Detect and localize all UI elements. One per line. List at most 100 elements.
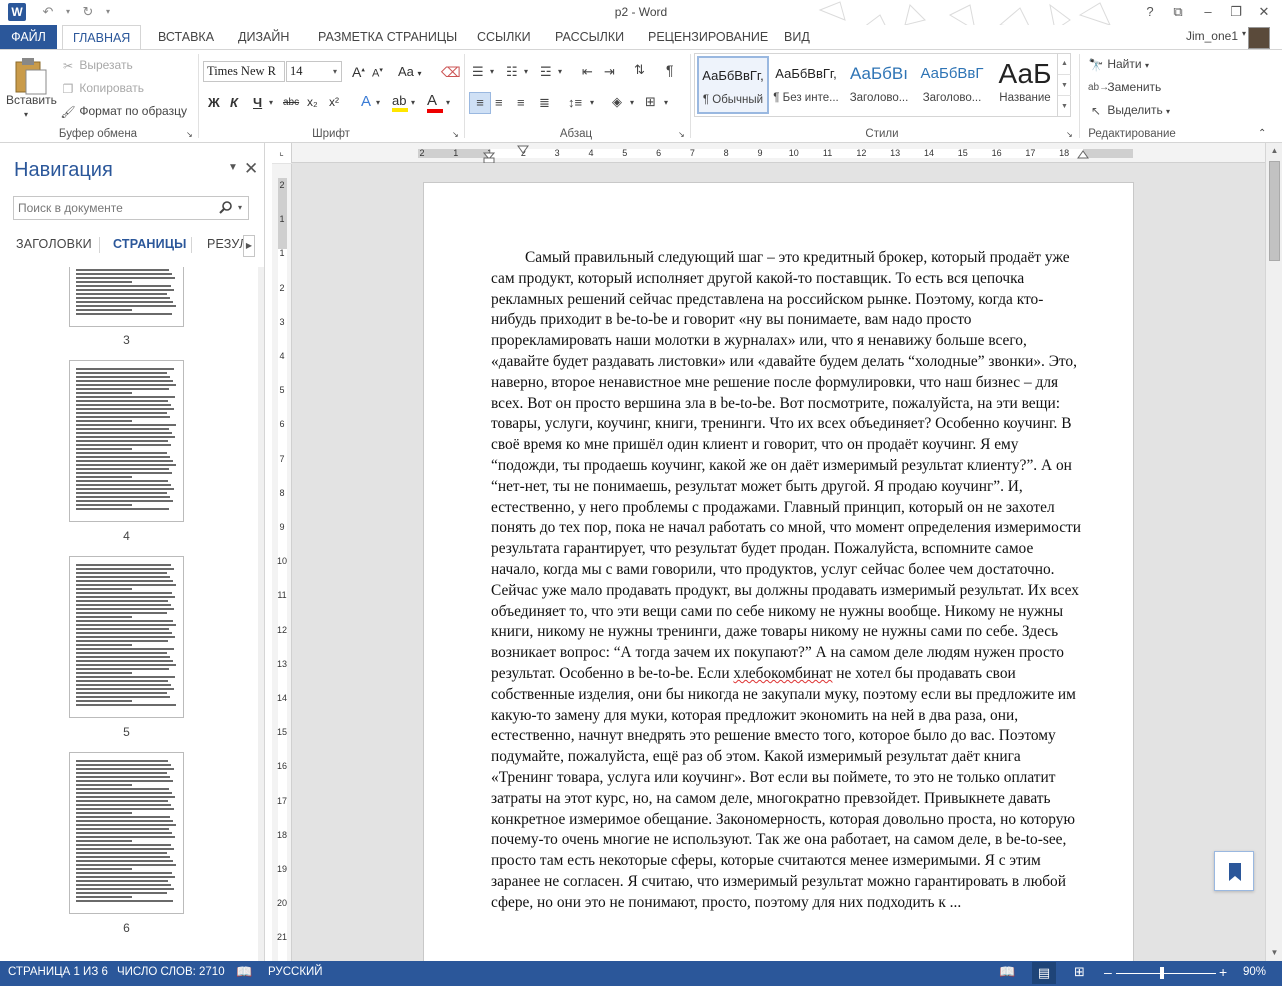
close-icon[interactable]: ✕ [1252,2,1276,22]
zoom-slider-thumb[interactable] [1160,967,1164,979]
select-button[interactable]: ↖ Выделить ▾ [1088,103,1170,119]
format-painter-button[interactable]: 🖌 Формат по образцу [60,104,187,120]
chevron-down-icon[interactable]: ▼ [1058,74,1071,95]
style-heading-2[interactable]: АаБбВвГ Заголово... [916,56,988,114]
bold-button[interactable]: Ж [208,95,220,110]
nav-tab-pages[interactable]: СТРАНИЦЫ [113,237,187,251]
text-effects-icon[interactable]: A [361,93,371,110]
user-name[interactable]: Jim_one1 [1186,29,1238,43]
minimize-icon[interactable]: – [1196,2,1220,22]
zoom-out-icon[interactable]: – [1104,964,1112,980]
highlight-dropdown-icon[interactable]: ▾ [411,98,415,107]
italic-button[interactable]: К [230,95,238,110]
scroll-down-icon[interactable]: ▼ [1266,945,1282,961]
align-left-icon[interactable]: ≡ [469,92,491,114]
style-title[interactable]: АаБ Название [989,56,1061,114]
search-dropdown-icon[interactable]: ▾ [238,203,242,212]
sort-icon[interactable]: ⇅ [634,62,645,78]
language-indicator[interactable]: РУССКИЙ [268,966,323,978]
styles-launcher-icon[interactable]: ↘ [1066,130,1073,139]
proofing-icon[interactable]: 📖 [236,964,252,980]
tab-references[interactable]: ССЫЛКИ [467,25,541,49]
bookmark-button[interactable] [1214,851,1254,891]
subscript-button[interactable]: x₂ [307,95,318,109]
style-no-spacing[interactable]: АаБбВвГг, ¶ Без инте... [770,56,842,114]
nav-tabs-more-icon[interactable]: ▶ [243,235,255,257]
superscript-button[interactable]: x² [329,95,339,109]
page-thumbnail[interactable] [69,556,184,718]
bullets-dropdown-icon[interactable]: ▾ [490,67,494,76]
zoom-level[interactable]: 90% [1243,966,1266,978]
strikethrough-button[interactable]: abc [283,97,299,108]
style-heading-1[interactable]: АаБбВı Заголово... [843,56,915,114]
help-button[interactable]: ? [1138,2,1162,22]
clear-formatting-icon[interactable]: ⌫ [441,64,461,81]
avatar[interactable] [1248,27,1270,49]
indent-marker-icon[interactable] [483,143,495,163]
scroll-up-icon[interactable]: ▲ [1266,143,1282,159]
paragraph-launcher-icon[interactable]: ↘ [678,130,685,139]
multilevel-dropdown-icon[interactable]: ▾ [558,67,562,76]
tab-view[interactable]: ВИД [774,25,820,49]
word-count[interactable]: ЧИСЛО СЛОВ: 2710 [117,966,225,978]
highlight-icon[interactable]: ab [392,93,408,112]
font-launcher-icon[interactable]: ↘ [452,130,459,139]
nav-options-icon[interactable]: ▼ [228,162,238,173]
justify-icon[interactable]: ≣ [539,95,550,111]
first-line-indent-icon[interactable] [517,143,529,155]
styles-scroll[interactable]: ▲ ▼ ▼ [1057,53,1071,117]
shading-dropdown-icon[interactable]: ▾ [630,98,634,107]
more-styles-icon[interactable]: ▼ [1058,95,1071,116]
user-dropdown-icon[interactable]: ▾ [1242,29,1246,38]
horizontal-ruler[interactable]: 21123456789101112131415161718 [272,143,1265,163]
tab-mailings[interactable]: РАССЫЛКИ [545,25,634,49]
numbering-dropdown-icon[interactable]: ▾ [524,67,528,76]
misspelled-word[interactable]: хлебокомбинат [733,665,832,682]
nav-close-icon[interactable]: ✕ [244,159,258,179]
borders-icon[interactable]: ⊞ [645,94,656,110]
font-size-field[interactable]: 14 ▾ [286,61,342,82]
copy-button[interactable]: ❐ Копировать [60,81,144,97]
nav-scrollbar[interactable] [258,267,264,961]
search-input[interactable]: Поиск в документе [18,201,123,215]
tab-selector-icon[interactable]: ⌞ [272,143,292,163]
font-color-icon[interactable]: A [427,92,443,113]
numbering-icon[interactable]: ☷ [506,64,518,80]
paste-icon[interactable] [14,56,48,96]
zoom-slider[interactable] [1116,973,1216,974]
paste-button[interactable]: Вставить [6,93,57,107]
scroll-thumb[interactable] [1269,161,1280,261]
page-thumbnail[interactable] [69,267,184,327]
paste-dropdown-icon[interactable]: ▾ [24,110,28,119]
line-spacing-dropdown-icon[interactable]: ▾ [590,98,594,107]
right-indent-icon[interactable] [1077,148,1089,160]
style-normal[interactable]: АаБбВвГг, ¶ Обычный [697,56,769,114]
line-spacing-icon[interactable]: ↕≡ [568,95,582,110]
replace-button[interactable]: ab→ Заменить [1088,80,1161,96]
tab-file[interactable]: ФАЙЛ [0,25,57,49]
zoom-in-icon[interactable]: + [1219,964,1227,980]
document-page[interactable]: Самый правильный следующий шаг – это кре… [423,182,1134,961]
search-icon[interactable] [218,200,234,216]
tab-review[interactable]: РЕЦЕНЗИРОВАНИЕ [638,25,778,49]
page-thumbnail[interactable] [69,360,184,522]
borders-dropdown-icon[interactable]: ▾ [664,98,668,107]
show-marks-icon[interactable]: ¶ [666,62,674,78]
decrease-indent-icon[interactable]: ⇤ [582,64,593,80]
font-size-dropdown-icon[interactable]: ▾ [329,62,341,81]
tab-home[interactable]: ГЛАВНАЯ [62,25,142,50]
page-indicator[interactable]: СТРАНИЦА 1 ИЗ 6 [8,966,108,978]
tab-page-layout[interactable]: РАЗМЕТКА СТРАНИЦЫ [308,25,467,49]
nav-tab-headings[interactable]: ЗАГОЛОВКИ [16,237,92,251]
bullets-icon[interactable]: ☰ [472,64,484,80]
text-effects-dropdown-icon[interactable]: ▾ [376,98,380,107]
chevron-up-icon[interactable]: ▲ [1058,53,1071,74]
align-center-icon[interactable]: ≡ [495,95,503,110]
vertical-scrollbar[interactable]: ▲ ▼ [1265,143,1282,961]
ribbon-display-options-icon[interactable]: ⧉ [1166,2,1190,22]
underline-button[interactable]: Ч [253,95,262,110]
cut-button[interactable]: ✂ Вырезать [60,58,133,74]
tab-insert[interactable]: ВСТАВКА [148,25,224,49]
shrink-font-button[interactable]: A▾ [372,66,383,80]
search-box[interactable]: Поиск в документе ▾ [13,196,249,220]
